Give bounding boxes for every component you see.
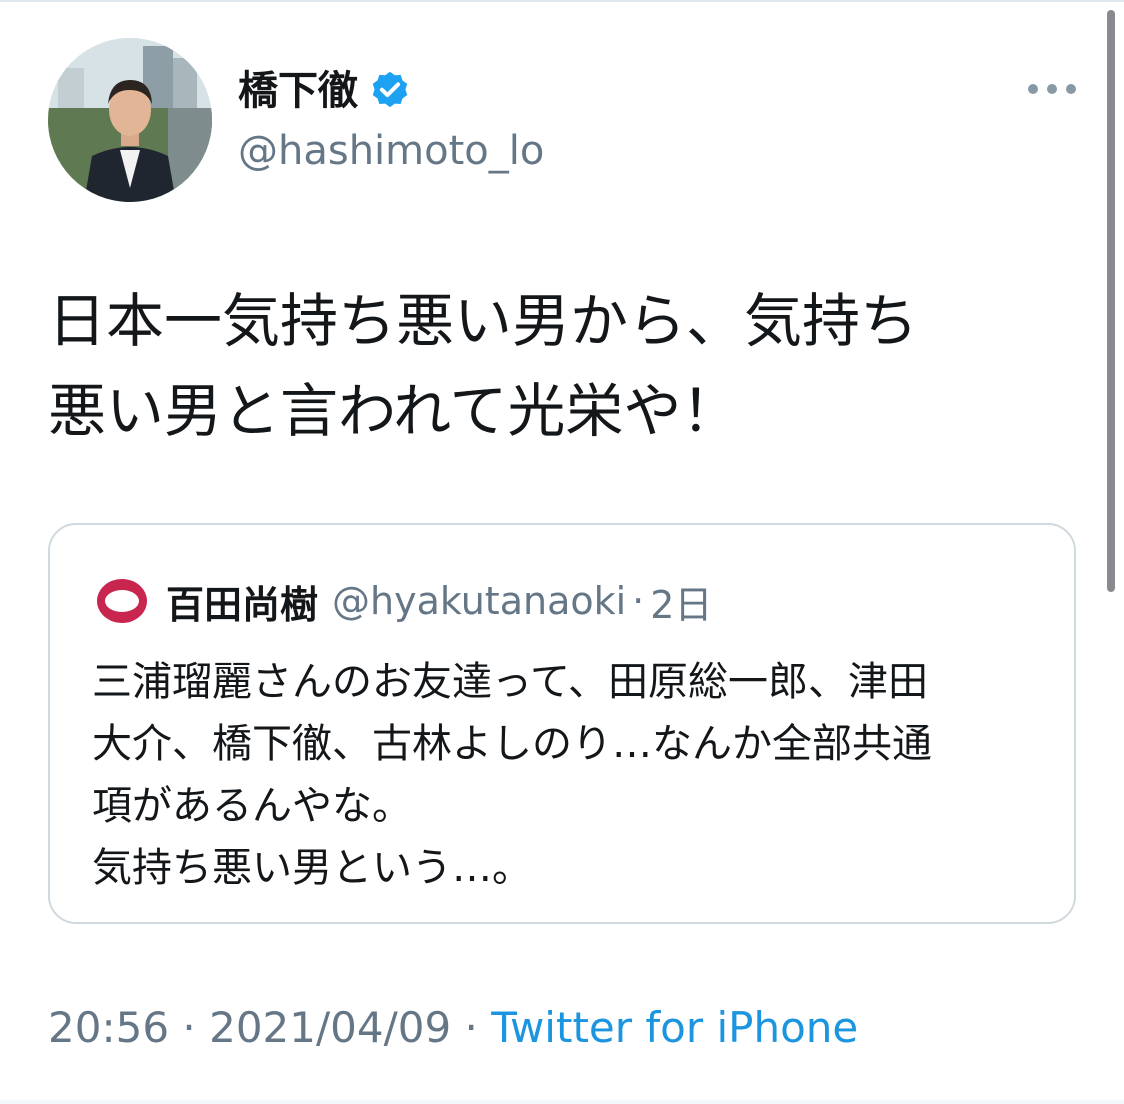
- tweet-source-link[interactable]: Twitter for iPhone: [491, 1003, 858, 1052]
- scrollbar[interactable]: [1107, 10, 1115, 592]
- author-avatar[interactable]: [48, 38, 212, 202]
- tweet-text: 日本一気持ち悪い男から、気持ち 悪い男と言われて光栄や！: [48, 276, 1058, 456]
- quoted-tweet-header: 百田尚樹 @hyakutanaoki · 2日: [92, 571, 712, 631]
- author-name[interactable]: 橋下徹: [238, 64, 358, 118]
- quoted-tweet-card[interactable]: 百田尚樹 @hyakutanaoki · 2日 三浦瑠麗さんのお友達って、田原総…: [48, 523, 1076, 924]
- bottom-divider: [0, 1100, 1124, 1104]
- tweet-text-line: 悪い男と言われて光栄や！: [48, 377, 740, 445]
- more-dot-icon: [1066, 84, 1076, 94]
- quoted-text-line: 大介、橋下徹、古林よしのり…なんか全部共通: [92, 721, 932, 767]
- meta-separator: ·: [451, 1003, 492, 1052]
- quoted-text-line: 三浦瑠麗さんのお友達って、田原総一郎、津田: [92, 659, 928, 705]
- more-dot-icon: [1047, 84, 1057, 94]
- quoted-tweet-text: 三浦瑠麗さんのお友達って、田原総一郎、津田 大介、橋下徹、古林よしのり…なんか全…: [92, 651, 1052, 899]
- quoted-author-handle[interactable]: @hyakutanaoki: [332, 579, 626, 623]
- author-name-row[interactable]: 橋下徹: [238, 64, 412, 118]
- tweet-text-line: 日本一気持ち悪い男から、気持ち: [48, 287, 919, 355]
- quoted-text-line: 気持ち悪い男という…。: [92, 845, 532, 891]
- quoted-separator: ·: [632, 579, 645, 623]
- tweet-metadata: 20:56 · 2021/04/09 · Twitter for iPhone: [48, 1000, 858, 1056]
- more-dot-icon: [1028, 84, 1038, 94]
- author-handle[interactable]: @hashimoto_lo: [238, 124, 544, 178]
- more-options-button[interactable]: [1024, 76, 1080, 102]
- top-divider: [0, 0, 1124, 2]
- tweet-date[interactable]: 2021/04/09: [209, 1003, 451, 1052]
- verified-badge-icon: [372, 71, 408, 108]
- profile-photo: [48, 38, 212, 202]
- meta-separator: ·: [169, 1003, 210, 1052]
- quoted-timestamp[interactable]: 2日: [650, 574, 712, 629]
- quoted-text-line: 項があるんやな。: [92, 783, 412, 829]
- quoted-author-avatar-icon[interactable]: [92, 571, 152, 631]
- quoted-author-name[interactable]: 百田尚樹: [166, 574, 318, 629]
- tweet-time[interactable]: 20:56: [48, 1003, 169, 1052]
